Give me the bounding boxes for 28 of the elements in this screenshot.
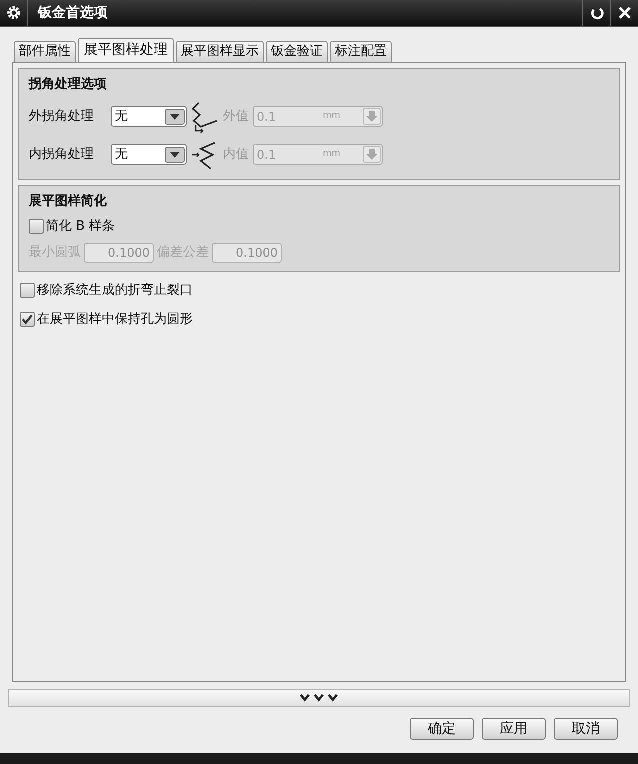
field-label: 外拐角处理 — [29, 108, 95, 126]
field-label: 内值 — [223, 146, 249, 164]
tab[interactable]: 展平图样处理 — [78, 38, 174, 62]
dialog-button[interactable]: 确定 — [410, 718, 474, 740]
dialog-button[interactable]: 取消 — [554, 718, 618, 740]
expand-bar[interactable] — [8, 689, 630, 707]
close-icon — [618, 6, 632, 20]
tab[interactable]: 展平图样显示 — [176, 41, 264, 62]
checkbox[interactable] — [29, 219, 44, 234]
reset-icon — [590, 6, 604, 20]
field-label: 外值 — [223, 108, 249, 126]
dialog-button[interactable]: 应用 — [482, 718, 546, 740]
group-title: 展平图样简化 — [29, 192, 108, 210]
tab[interactable]: 钣金验证 — [266, 41, 328, 62]
checkbox[interactable] — [20, 282, 35, 298]
tab[interactable]: 部件属性 — [14, 41, 76, 62]
window-title: 钣金首选项 — [38, 4, 109, 22]
field-label: 内拐角处理 — [29, 146, 95, 164]
settings-icon[interactable] — [6, 5, 22, 21]
checkbox-label: 移除系统生成的折弯止裂口 — [37, 282, 193, 300]
checkmark-icon — [22, 314, 33, 326]
expand-icon — [299, 693, 339, 703]
checkbox-label: 在展平图样中保持孔为圆形 — [37, 311, 193, 329]
group-title: 拐角处理选项 — [29, 76, 108, 94]
checkbox[interactable] — [20, 312, 35, 328]
tab[interactable]: 标注配置 — [330, 41, 392, 62]
corner-icon — [191, 100, 219, 132]
checkbox-label: 简化 B 样条 — [46, 218, 116, 236]
